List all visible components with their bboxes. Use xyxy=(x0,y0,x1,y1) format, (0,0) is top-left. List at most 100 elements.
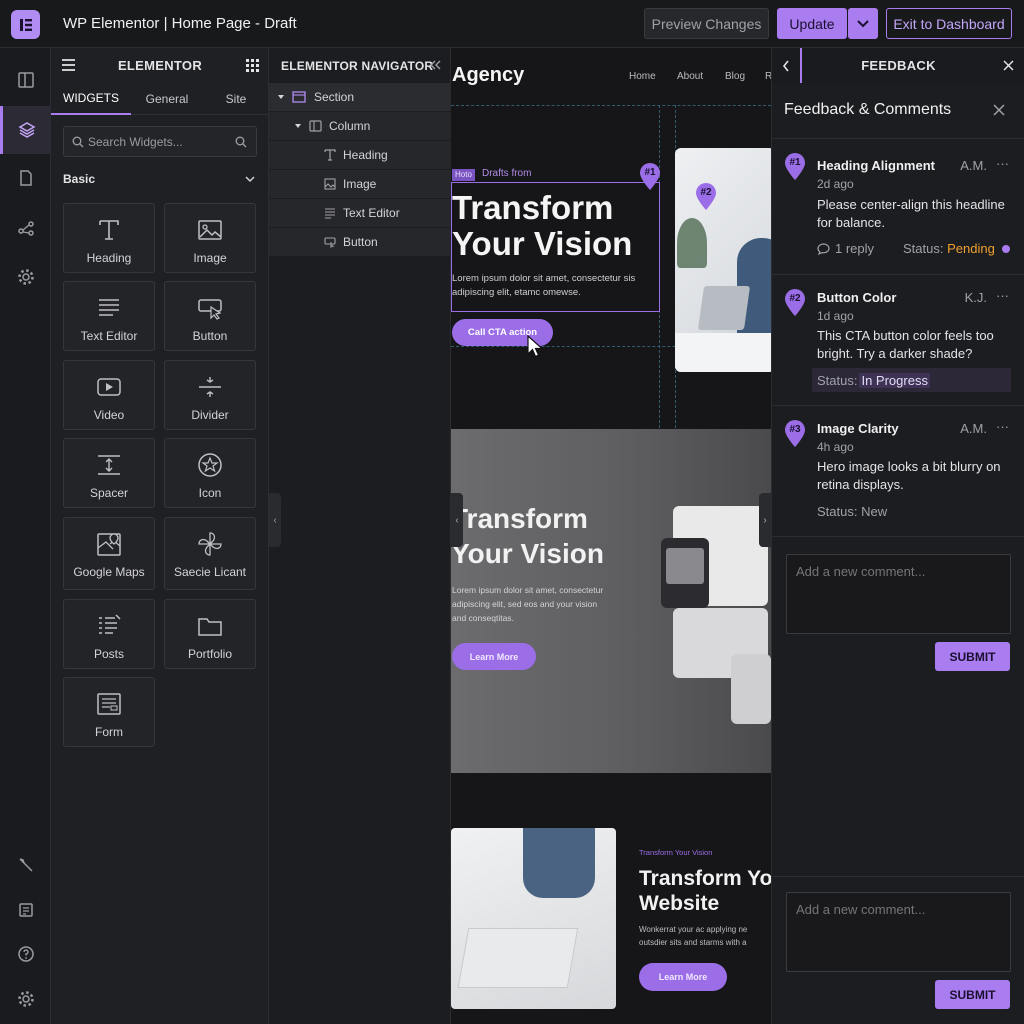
replies-link[interactable]: 1 reply xyxy=(817,241,874,256)
site-header: Agency Home About Blog R xyxy=(451,48,771,106)
exit-to-dashboard-button[interactable]: Exit to Dashboard xyxy=(886,8,1012,39)
widget-posts[interactable]: Posts xyxy=(63,599,155,669)
section-3-headline-line: Website xyxy=(639,892,720,915)
section-3-cta-button[interactable]: Learn More xyxy=(639,963,727,991)
pages-icon[interactable] xyxy=(0,58,51,102)
widget-portfolio[interactable]: Portfolio xyxy=(164,599,256,669)
comment-pin-1[interactable]: #1 xyxy=(639,163,661,191)
feedback-back-button[interactable] xyxy=(772,48,802,83)
tab-general[interactable]: General xyxy=(131,83,203,115)
widget-icon[interactable]: Icon xyxy=(164,438,256,508)
section-3-image[interactable] xyxy=(451,828,616,1009)
basic-section-toggle[interactable]: Basic xyxy=(63,172,257,190)
site-nav-blog[interactable]: Blog xyxy=(725,71,745,82)
comment-item[interactable]: #3 Image Clarity A.M. ··· 4h ago Hero im… xyxy=(772,406,1024,537)
hero-headline-line: Transform xyxy=(452,189,614,226)
comment-title: Button Color xyxy=(817,290,897,305)
close-comments-icon[interactable] xyxy=(993,104,1005,116)
new-comment-textarea[interactable] xyxy=(786,554,1011,634)
preview-changes-button[interactable]: Preview Changes xyxy=(644,8,769,39)
hero-image[interactable] xyxy=(675,148,771,372)
pin-label: #2 xyxy=(700,187,712,198)
navigator-item-section[interactable]: Section xyxy=(269,83,451,112)
widget-text-editor[interactable]: Text Editor xyxy=(63,281,155,351)
search-widgets-input[interactable] xyxy=(88,127,228,156)
basic-section-label: Basic xyxy=(63,172,96,186)
navigator-item-button[interactable]: Button xyxy=(269,228,451,257)
comment-status[interactable]: Status: Pending xyxy=(903,241,1011,256)
new-comment-textarea-bottom[interactable] xyxy=(786,892,1011,972)
widget-divider[interactable]: Divider xyxy=(164,360,256,430)
section-icon xyxy=(292,91,306,103)
widget-form[interactable]: Form xyxy=(63,677,155,747)
widget-spacer[interactable]: Spacer xyxy=(63,438,155,508)
comment-status[interactable]: Status: In Progress xyxy=(812,368,1011,392)
hero-headline[interactable]: Transform Your Vision xyxy=(452,190,632,262)
comment-status[interactable]: Status: New xyxy=(817,504,887,519)
status-label: Status: xyxy=(817,372,858,388)
submit-comment-button[interactable]: SUBMIT xyxy=(935,642,1010,671)
widget-label: Posts xyxy=(93,647,124,661)
widget-google-maps[interactable]: Google Maps xyxy=(63,517,155,590)
comment-pin-2[interactable]: #2 xyxy=(695,183,717,211)
widget-video[interactable]: Video xyxy=(63,360,155,430)
notes-icon[interactable] xyxy=(0,888,51,932)
comment-item[interactable]: #2 Button Color K.J. ··· 1d ago This CTA… xyxy=(772,275,1024,406)
form-icon xyxy=(97,693,121,715)
section-3-body: Wonkerrat your ac applying ne outsdier s… xyxy=(639,923,747,949)
section-2-body-line: Lorem ipsum dolor sit amet, consectetur xyxy=(452,585,604,595)
help-icon[interactable] xyxy=(0,932,51,976)
settings-icon[interactable] xyxy=(0,255,51,299)
navigator-item-text-editor[interactable]: Text Editor xyxy=(269,199,451,228)
site-nav-home[interactable]: Home xyxy=(629,71,656,82)
section-2-headline: Transform Your Vision xyxy=(451,501,604,571)
section-3-kicker: Transform Your Vision xyxy=(639,848,713,857)
tab-widgets[interactable]: WIDGETS xyxy=(51,83,131,115)
caret-down-icon[interactable] xyxy=(295,124,301,128)
navigator-item-column[interactable]: Column xyxy=(269,112,451,141)
canvas-left-handle[interactable]: ‹ xyxy=(451,493,463,547)
tools-icon[interactable] xyxy=(0,843,51,887)
document-icon[interactable] xyxy=(0,156,51,200)
widgets-grid-icon[interactable] xyxy=(246,59,259,75)
update-options-button[interactable] xyxy=(848,8,878,39)
widget-image[interactable]: Image xyxy=(164,203,256,273)
feedback-title-bar: Feedback & Comments xyxy=(772,83,1024,139)
update-button[interactable]: Update xyxy=(777,8,847,39)
hero-kicker: Drafts from xyxy=(482,168,532,179)
search-widgets-field[interactable] xyxy=(63,126,257,157)
widget-button[interactable]: Button xyxy=(164,281,256,351)
section-2-cta-button[interactable]: Learn More xyxy=(452,643,536,670)
comment-item[interactable]: #1 Heading Alignment A.M. ··· 2d ago Ple… xyxy=(772,139,1024,275)
site-nav-about[interactable]: About xyxy=(677,71,703,82)
elementor-logo-icon[interactable] xyxy=(11,10,40,39)
reply-bubble-icon xyxy=(817,242,830,255)
chevron-left-icon: ‹ xyxy=(455,514,459,526)
connections-icon[interactable] xyxy=(0,206,51,250)
more-options-icon[interactable]: ··· xyxy=(996,419,1009,434)
section-2[interactable]: Transform Your Vision Lorem ipsum dolor … xyxy=(451,429,771,773)
widget-saecie-licant[interactable]: Saecie Licant xyxy=(164,517,256,590)
collapse-double-chevron-icon[interactable] xyxy=(429,60,441,70)
close-icon[interactable] xyxy=(1003,60,1014,71)
layers-icon[interactable] xyxy=(0,106,51,154)
text-editor-icon xyxy=(99,299,119,316)
preferences-gear-icon[interactable] xyxy=(0,977,51,1021)
caret-down-icon[interactable] xyxy=(278,95,284,99)
more-options-icon[interactable]: ··· xyxy=(996,156,1009,171)
tab-site[interactable]: Site xyxy=(203,83,269,115)
navigator-item-heading[interactable]: Heading xyxy=(269,141,451,170)
guide-line xyxy=(451,105,771,106)
widget-heading[interactable]: Heading xyxy=(63,203,155,273)
video-icon xyxy=(97,378,121,396)
hero-headline-line: Your Vision xyxy=(452,225,633,262)
panel-collapse-handle[interactable]: ‹ xyxy=(269,493,281,547)
navigator-header: ELEMENTOR NAVIGATOR xyxy=(269,48,451,83)
hamburger-menu-icon[interactable] xyxy=(61,58,76,75)
more-options-icon[interactable]: ··· xyxy=(996,288,1009,303)
search-submit-icon[interactable] xyxy=(235,136,247,148)
canvas-right-handle[interactable]: › xyxy=(759,493,771,547)
navigator-item-image[interactable]: Image xyxy=(269,170,451,199)
submit-comment-button-bottom[interactable]: SUBMIT xyxy=(935,980,1010,1009)
site-brand[interactable]: Agency xyxy=(452,64,524,87)
